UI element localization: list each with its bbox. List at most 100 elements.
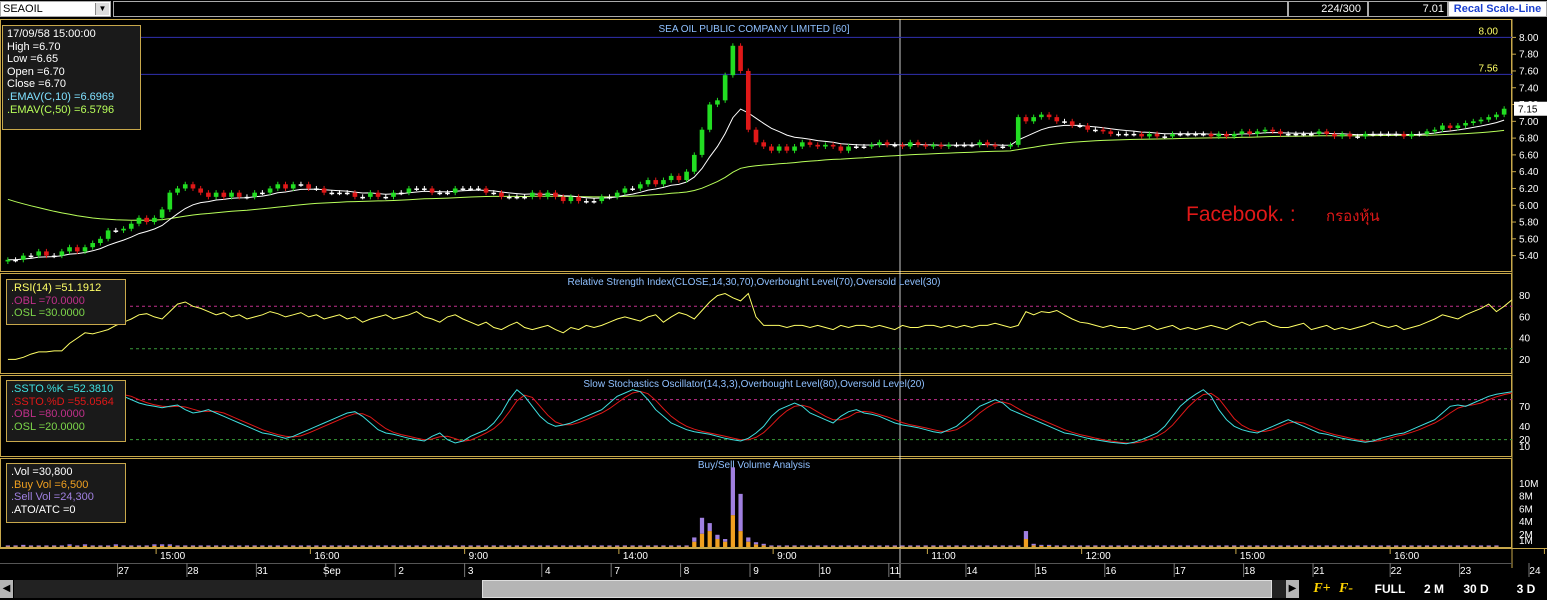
buy-volume-bar (244, 546, 250, 547)
sell-volume-bar (1394, 545, 1399, 547)
buy-volume-bar (1386, 546, 1391, 547)
buy-volume-bar (321, 546, 327, 547)
candle-body (1177, 133, 1183, 136)
scroll-right-icon[interactable]: ▶ (1286, 580, 1299, 598)
buy-volume-bar (391, 546, 396, 547)
sell-volume-bar (1147, 545, 1152, 547)
buy-volume-bar (283, 546, 288, 547)
candle-body (1447, 125, 1453, 129)
candle-body (121, 228, 126, 231)
sell-volume-bar (1355, 545, 1360, 547)
buy-volume-bar (1262, 546, 1268, 547)
sell-volume-bar (831, 545, 836, 547)
buy-volume-bar (946, 546, 951, 547)
buy-volume-bar (1494, 546, 1499, 547)
candle-body (584, 201, 589, 203)
candle-body (961, 144, 967, 147)
buy-volume-bar (969, 546, 975, 547)
candle-body (815, 144, 821, 147)
candle-body (684, 171, 689, 181)
candle-body (1324, 131, 1330, 134)
sell-volume-bar (144, 545, 149, 547)
candle-body (576, 196, 581, 202)
candle-body (900, 144, 905, 147)
panel-frames (0, 19, 1513, 578)
candle-body (13, 259, 18, 262)
sell-volume-bar (638, 545, 643, 547)
sell-volume-bar (1232, 545, 1237, 547)
price-tick-label: 7.80 (1519, 50, 1539, 61)
buy-volume-bar (291, 546, 296, 547)
buy-volume-bar (1031, 545, 1036, 547)
info-stoch-d: .SSTO.%D =55.0564 (11, 395, 114, 408)
sell-volume-bar (375, 545, 381, 547)
candle-body (1355, 136, 1360, 138)
scroll-thumb[interactable] (482, 580, 1272, 598)
candle-body (298, 184, 304, 186)
time-label: 16:00 (314, 551, 339, 562)
sell-volume-bar (244, 545, 250, 547)
horizontal-scrollbar[interactable]: ◀ ▶ (0, 578, 1300, 600)
level-line-label: 7.56 (1479, 63, 1499, 74)
buy-volume-bar (483, 546, 489, 547)
sell-volume-bar (938, 545, 944, 547)
buy-volume-bar (1216, 546, 1221, 547)
candle-body (1347, 133, 1353, 137)
buy-volume-bar (977, 546, 982, 547)
buy-volume-bar (213, 546, 219, 547)
buy-volume-bar (815, 546, 820, 547)
zoom-30d-button[interactable]: 30 D (1458, 580, 1494, 598)
sell-volume-bar (622, 545, 628, 547)
recal-scale-line-button[interactable]: Recal Scale-Line (1448, 1, 1547, 17)
buy-volume-bar (537, 546, 543, 547)
scroll-left-icon[interactable]: ◀ (0, 580, 13, 598)
sell-volume-bar (1309, 545, 1314, 547)
buy-volume-bar (769, 546, 774, 547)
chart-area[interactable]: 8.007.807.607.407.207.006.806.606.406.20… (0, 19, 1547, 578)
buy-volume-bar (869, 546, 874, 547)
sell-volume-bar (1046, 544, 1052, 546)
candle-body (1386, 133, 1391, 136)
sell-volume-bar (1208, 545, 1214, 547)
zoom-in-button[interactable]: F+ (1312, 580, 1332, 598)
sell-volume-bar (67, 544, 72, 546)
candle-body (360, 196, 365, 199)
candle-body (1494, 114, 1499, 118)
zoom-out-button[interactable]: F- (1336, 580, 1356, 598)
buy-volume-bar (52, 546, 57, 547)
candle-body (1432, 129, 1438, 132)
zoom-3d-button[interactable]: 3 D (1512, 580, 1540, 598)
sell-volume-bar (661, 545, 666, 547)
buy-volume-bar (1394, 546, 1399, 547)
symbol-combo[interactable]: SEAOIL ▼ (0, 1, 111, 17)
candle-body (244, 196, 250, 199)
chevron-down-icon[interactable]: ▼ (95, 3, 109, 15)
candle-body (321, 188, 327, 193)
date-label: 10 (820, 566, 832, 577)
candle-body (1424, 131, 1430, 134)
sell-volume-bar (869, 545, 874, 547)
price-tick-label: 5.60 (1519, 234, 1539, 245)
candle-body (175, 188, 180, 193)
buy-volume-bar (1170, 546, 1175, 547)
sell-volume-bar (561, 545, 566, 547)
buy-volume-bar (715, 539, 720, 547)
sell-volume-bar (1100, 545, 1106, 547)
buy-volume-bar (1208, 546, 1214, 547)
candle-body (1015, 117, 1021, 145)
buy-volume-bar (1124, 546, 1129, 547)
buy-volume-bar (1370, 546, 1376, 547)
buy-volume-bar (368, 546, 373, 547)
sell-volume-bar (1293, 545, 1299, 547)
candle-body (1069, 121, 1075, 126)
buy-volume-bar (545, 546, 550, 547)
zoom-full-button[interactable]: FULL (1370, 580, 1410, 598)
candle-body (722, 75, 728, 101)
sell-volume-bar (1154, 545, 1160, 547)
sell-volume-bar (28, 545, 34, 547)
buy-volume-bar (561, 546, 566, 547)
sell-volume-bar (252, 545, 257, 547)
buy-volume-bar (159, 545, 165, 547)
buy-volume-bar (1347, 546, 1353, 547)
zoom-2m-button[interactable]: 2 M (1420, 580, 1448, 598)
